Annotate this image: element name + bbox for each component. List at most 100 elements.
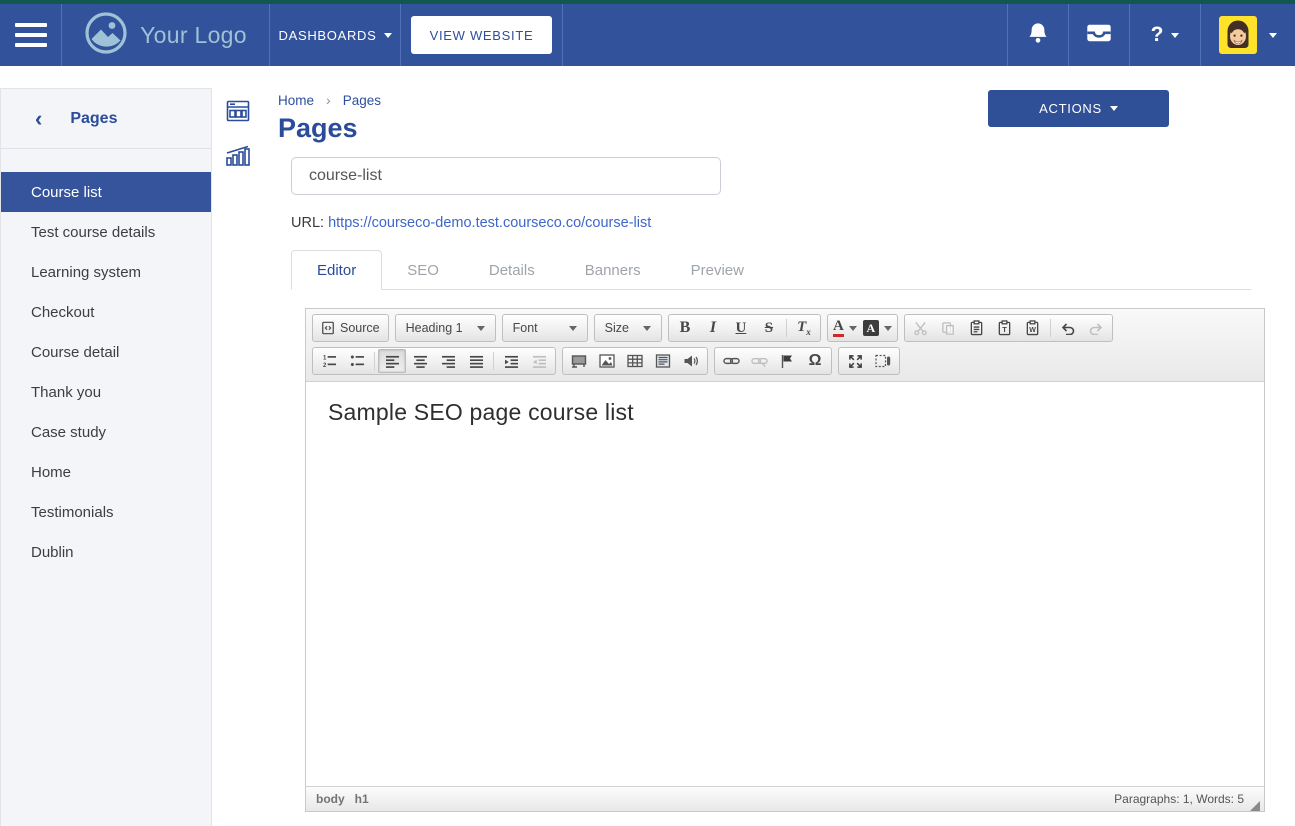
remove-format-icon: Tx — [797, 319, 811, 337]
justify-icon[interactable] — [462, 349, 490, 373]
sidebar-item-checkout[interactable]: Checkout — [1, 292, 211, 332]
sidebar-item-course-list[interactable]: Course list — [1, 172, 211, 212]
remove-format-button[interactable]: Tx — [790, 316, 818, 340]
notifications-button[interactable] — [1007, 4, 1068, 66]
special-character-button[interactable]: Ω — [801, 349, 829, 373]
font-value: Font — [513, 321, 538, 335]
paste-icon[interactable] — [963, 316, 991, 340]
undo-icon[interactable] — [1054, 316, 1082, 340]
source-button[interactable]: Source — [315, 316, 386, 340]
inbox-button[interactable] — [1068, 4, 1129, 66]
svg-text:T: T — [1002, 325, 1007, 334]
breadcrumb-home-link[interactable]: Home — [278, 93, 314, 108]
chevron-down-icon — [849, 326, 857, 331]
align-right-icon[interactable] — [434, 349, 462, 373]
dashboards-label: DASHBOARDS — [278, 28, 376, 43]
table-icon[interactable] — [621, 349, 649, 373]
underline-button[interactable]: U — [727, 316, 755, 340]
toolbar-separator — [786, 319, 787, 337]
strikethrough-button[interactable]: S — [755, 316, 783, 340]
unlink-icon[interactable] — [745, 349, 773, 373]
pages-layout-icon[interactable] — [226, 100, 250, 127]
tab-banners[interactable]: Banners — [560, 250, 666, 290]
sidebar-item-dublin[interactable]: Dublin — [1, 532, 211, 572]
hamburger-menu-icon[interactable] — [0, 4, 62, 66]
tab-editor[interactable]: Editor — [291, 250, 382, 290]
size-value: Size — [605, 321, 629, 335]
embed-frame-icon[interactable] — [565, 349, 593, 373]
sidebar-item-test-course-details[interactable]: Test course details — [1, 212, 211, 252]
format-value: Heading 1 — [406, 321, 463, 335]
tab-details[interactable]: Details — [464, 250, 560, 290]
indent-icon[interactable] — [497, 349, 525, 373]
outdent-icon[interactable] — [525, 349, 553, 373]
main-content: Home › Pages Pages ACTIONS URL: https://… — [264, 66, 1295, 826]
element-path-h1[interactable]: h1 — [355, 792, 369, 806]
sidebar-item-learning-system[interactable]: Learning system — [1, 252, 211, 292]
chevron-down-icon — [1171, 33, 1179, 38]
font-dropdown[interactable]: Font — [505, 316, 585, 340]
toolbar-separator — [493, 352, 494, 370]
numbered-list-icon[interactable]: 1 2 — [315, 349, 343, 373]
sidebar-item-case-study[interactable]: Case study — [1, 412, 211, 452]
paste-as-text-icon[interactable]: T — [991, 316, 1019, 340]
element-path-body[interactable]: body — [316, 792, 345, 806]
sidebar-item-testimonials[interactable]: Testimonials — [1, 492, 211, 532]
maximize-icon[interactable] — [841, 349, 869, 373]
view-website-button[interactable]: VIEW WEBSITE — [411, 16, 553, 54]
bell-icon — [1027, 21, 1049, 50]
italic-button[interactable]: I — [699, 316, 727, 340]
sidebar-item-course-detail[interactable]: Course detail — [1, 332, 211, 372]
resize-grip[interactable] — [1250, 801, 1260, 811]
editor-content-area[interactable]: Sample SEO page course list — [306, 382, 1264, 786]
top-navbar: Your Logo DASHBOARDS VIEW WEBSITE ? — [0, 4, 1295, 66]
copy-icon[interactable] — [935, 316, 963, 340]
bulleted-list-icon[interactable] — [343, 349, 371, 373]
paragraph-format-dropdown[interactable]: Heading 1 — [398, 316, 493, 340]
chevron-down-icon — [643, 326, 651, 331]
omega-icon: Ω — [809, 352, 822, 370]
back-chevron-icon[interactable]: ‹ — [35, 108, 42, 130]
page-layout-icon[interactable] — [649, 349, 677, 373]
paste-from-word-icon[interactable]: W — [1019, 316, 1047, 340]
text-color-button[interactable]: A — [830, 316, 860, 340]
word-count: Paragraphs: 1, Words: 5 — [1114, 792, 1244, 806]
text-color-icon: A — [833, 319, 844, 338]
user-menu[interactable] — [1200, 4, 1295, 66]
audio-icon[interactable] — [677, 349, 705, 373]
redo-icon[interactable] — [1082, 316, 1110, 340]
cut-icon[interactable] — [907, 316, 935, 340]
editor-heading-text: Sample SEO page course list — [328, 399, 1242, 426]
bold-button[interactable]: B — [671, 316, 699, 340]
dashboards-menu[interactable]: DASHBOARDS — [270, 4, 401, 66]
link-icon[interactable] — [717, 349, 745, 373]
sidebar-title: Pages — [70, 110, 117, 128]
underline-icon: U — [736, 320, 747, 337]
page-slug-input[interactable] — [291, 157, 721, 195]
sidebar-item-thank-you[interactable]: Thank you — [1, 372, 211, 412]
align-center-icon[interactable] — [406, 349, 434, 373]
actions-label: ACTIONS — [1039, 101, 1102, 116]
sidebar-item-home[interactable]: Home — [1, 452, 211, 492]
tab-seo[interactable]: SEO — [382, 250, 464, 290]
page-url-link[interactable]: https://courseco-demo.test.courseco.co/c… — [328, 215, 651, 231]
background-color-button[interactable]: A — [860, 316, 895, 340]
svg-text:1: 1 — [322, 356, 326, 362]
url-line: URL: https://courseco-demo.test.courseco… — [291, 215, 1295, 231]
size-dropdown[interactable]: Size — [597, 316, 659, 340]
align-left-icon[interactable] — [378, 349, 406, 373]
inbox-tray-icon — [1086, 23, 1112, 48]
breadcrumb-pages-link[interactable]: Pages — [343, 93, 381, 108]
help-menu[interactable]: ? — [1129, 4, 1200, 66]
anchor-flag-icon[interactable] — [773, 349, 801, 373]
analytics-chart-icon[interactable] — [225, 144, 251, 173]
show-blocks-icon[interactable] — [869, 349, 897, 373]
image-icon[interactable] — [593, 349, 621, 373]
toolbar-separator — [1050, 319, 1051, 337]
logo-text: Your Logo — [140, 22, 247, 49]
app-logo[interactable]: Your Logo — [62, 4, 270, 66]
rich-text-editor: Source Heading 1 Font — [305, 308, 1265, 812]
actions-button[interactable]: ACTIONS — [988, 90, 1169, 127]
tab-preview[interactable]: Preview — [666, 250, 769, 290]
logo-image-icon — [84, 11, 128, 60]
